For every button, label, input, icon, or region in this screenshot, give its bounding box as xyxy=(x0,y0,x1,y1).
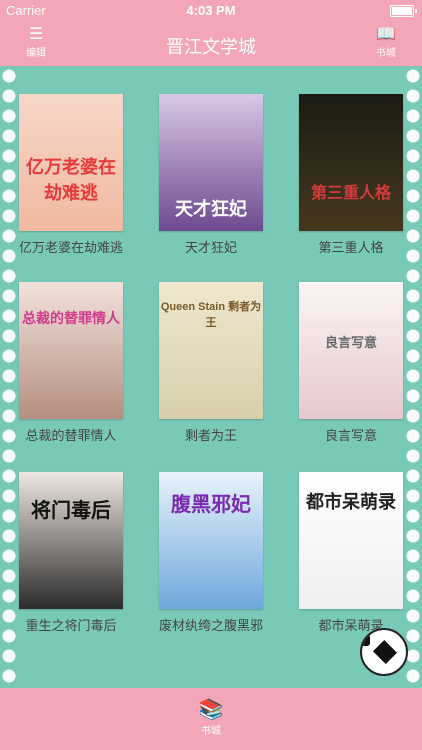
book-cover[interactable]: 都市呆萌录 xyxy=(299,472,403,609)
book-cover[interactable]: 良言写意 xyxy=(299,282,403,419)
book-item[interactable]: 总裁的替罪情人 总裁的替罪情人 xyxy=(1,282,141,444)
status-time: 4:03 PM xyxy=(186,3,236,18)
book-item[interactable]: Queen Stain 剩者为王 剩者为王 xyxy=(141,282,281,444)
tab-label: 书城 xyxy=(201,726,221,737)
book-title: 剩者为王 xyxy=(184,428,237,443)
book-cover[interactable]: 亿万老婆在劫难逃 xyxy=(19,94,123,231)
book-cover[interactable]: 第三重人格 xyxy=(299,94,403,231)
soccer-ball-icon[interactable] xyxy=(360,628,408,676)
cover-title: 将门毒后 xyxy=(31,500,111,522)
book-cover[interactable]: 总裁的替罪情人 xyxy=(19,282,123,419)
cover-title: Queen Stain 剩者为王 xyxy=(160,301,262,329)
battery-icon xyxy=(390,5,417,17)
tab-bookstore[interactable]: 📚 书城 xyxy=(186,698,236,737)
store-button[interactable]: 📖 书城 xyxy=(366,26,406,59)
book-cover[interactable]: 天才狂妃 xyxy=(159,94,263,231)
book-title: 天才狂妃 xyxy=(184,240,237,255)
cover-title: 天才狂妃 xyxy=(175,199,247,219)
tab-bar: 📚 书城 xyxy=(0,688,422,750)
book-item[interactable]: 腹黑邪妃 废材纨绔之腹黑邪 xyxy=(141,472,281,634)
page-title: 晋江文学城 xyxy=(166,37,256,57)
book-title: 第三重人格 xyxy=(318,240,384,255)
books-icon: 📚 xyxy=(198,699,224,721)
book-item[interactable]: 亿万老婆在劫难逃 亿万老婆在劫难逃 xyxy=(1,94,141,256)
cover-title: 第三重人格 xyxy=(310,185,391,202)
book-icon: 📖 xyxy=(376,26,396,43)
nav-bar: ☰ 编辑 晋江文学城 📖 书城 xyxy=(0,20,422,66)
cover-title: 总裁的替罪情人 xyxy=(22,310,120,326)
cover-title: 腹黑邪妃 xyxy=(171,494,251,516)
book-title: 良言写意 xyxy=(324,428,377,443)
book-title: 废材纨绔之腹黑邪 xyxy=(158,618,263,633)
book-title: 重生之将门毒后 xyxy=(25,618,117,633)
status-bar: Carrier 4:03 PM xyxy=(0,0,422,20)
book-item[interactable]: 良言写意 良言写意 xyxy=(281,282,421,444)
book-title: 都市呆萌录 xyxy=(318,618,384,633)
book-item[interactable]: 天才狂妃 天才狂妃 xyxy=(141,94,281,256)
cover-title: 都市呆萌录 xyxy=(306,492,396,512)
store-label: 书城 xyxy=(376,48,396,59)
book-item[interactable]: 将门毒后 重生之将门毒后 xyxy=(1,472,141,634)
cover-title: 良言写意 xyxy=(324,335,377,350)
book-item[interactable]: 都市呆萌录 都市呆萌录 xyxy=(281,472,421,634)
book-cover[interactable]: 腹黑邪妃 xyxy=(159,472,263,609)
book-cover[interactable]: Queen Stain 剩者为王 xyxy=(159,282,263,419)
cover-title: 亿万老婆在劫难逃 xyxy=(26,157,116,203)
book-title: 总裁的替罪情人 xyxy=(25,428,117,443)
book-item[interactable]: 第三重人格 第三重人格 xyxy=(281,94,421,256)
book-cover[interactable]: 将门毒后 xyxy=(19,472,123,609)
book-title: 亿万老婆在劫难逃 xyxy=(18,240,123,255)
